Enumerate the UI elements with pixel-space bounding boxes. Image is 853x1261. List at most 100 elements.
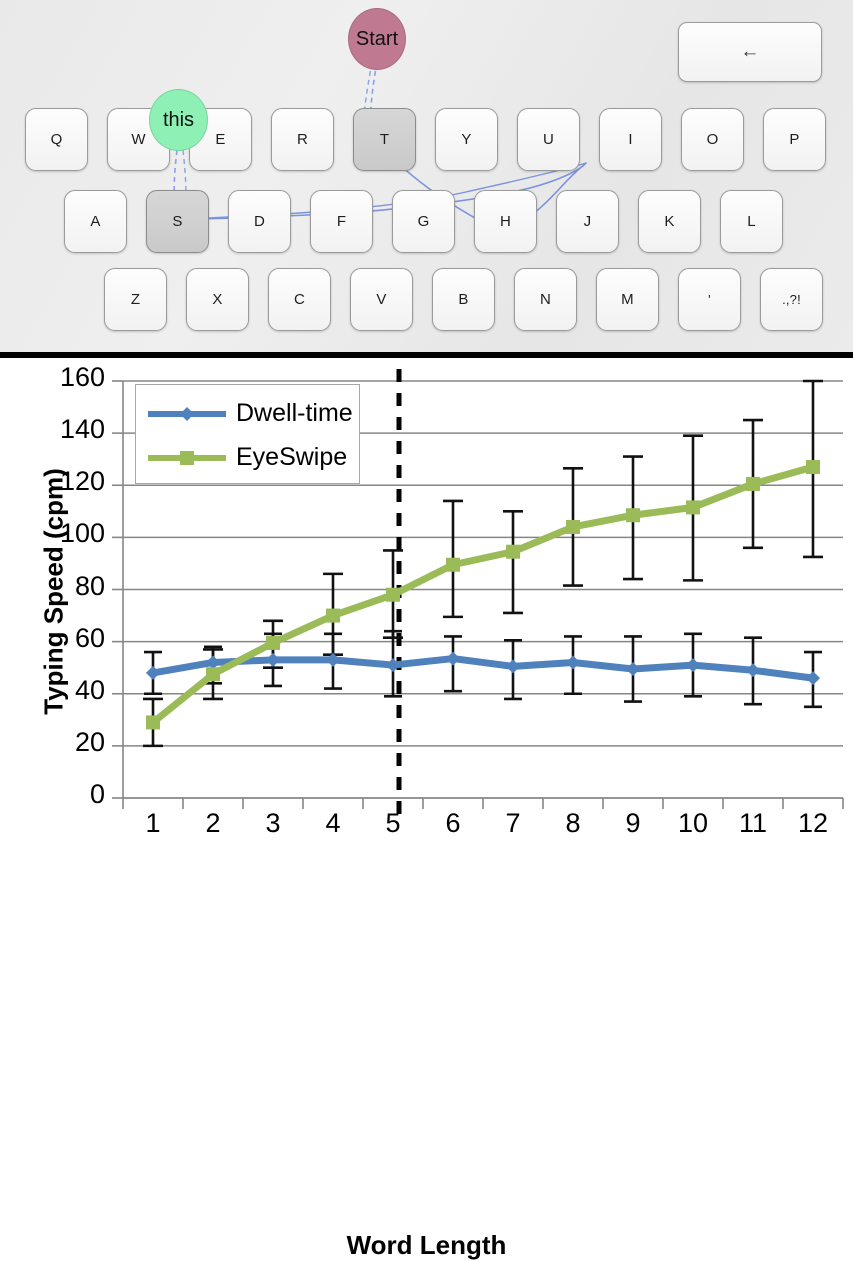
- key-label: Z: [130, 291, 141, 308]
- backspace-arrow-icon: ←: [740, 41, 760, 62]
- legend-swatch-eyeswipe: [148, 450, 226, 465]
- legend-label-eyeswipe: EyeSwipe: [236, 443, 348, 471]
- key-t[interactable]: T: [353, 108, 416, 171]
- data-point-marker: [746, 476, 760, 491]
- key-p[interactable]: P: [763, 108, 826, 171]
- backspace-key[interactable]: ←: [678, 22, 822, 82]
- key-l[interactable]: L: [720, 190, 783, 253]
- data-point-marker: [266, 635, 280, 650]
- key-label: M: [621, 291, 634, 308]
- data-point-marker: [806, 460, 820, 475]
- legend-item-eyeswipe: EyeSwipe: [146, 443, 347, 472]
- key-label: X: [212, 291, 223, 308]
- data-point-marker: [746, 663, 760, 678]
- data-point-marker: [806, 671, 820, 686]
- key-label: J: [583, 213, 592, 230]
- data-point-marker: [146, 715, 160, 730]
- key-label: U: [542, 131, 555, 148]
- x-axis-title: Word Length: [346, 1230, 507, 1260]
- data-point-marker: [626, 661, 640, 676]
- key-v[interactable]: V: [350, 268, 413, 331]
- key-s[interactable]: S: [146, 190, 209, 253]
- key-a[interactable]: A: [64, 190, 127, 253]
- key-label: R: [296, 131, 309, 148]
- key-y[interactable]: Y: [435, 108, 498, 171]
- x-tick-label: 10: [677, 808, 709, 838]
- x-tick-label: 1: [145, 808, 161, 838]
- key-apostrophe[interactable]: ': [678, 268, 741, 331]
- line-eyeswipe: [149, 463, 817, 726]
- start-bubble-label: Start: [355, 27, 399, 50]
- data-point-marker: [206, 667, 220, 682]
- key-h[interactable]: H: [474, 190, 537, 253]
- data-point-marker: [566, 655, 580, 670]
- word-bubble-label: this: [162, 108, 195, 131]
- key-label: .,?!: [782, 292, 801, 307]
- chart-legend: Dwell-time EyeSwipe: [135, 384, 360, 484]
- x-tick-label: 7: [505, 808, 521, 838]
- legend-label-dwell-time: Dwell-time: [236, 399, 353, 427]
- key-j[interactable]: J: [556, 190, 619, 253]
- key-label: H: [499, 213, 512, 230]
- key-label: T: [379, 131, 390, 148]
- key-label: W: [131, 131, 146, 148]
- data-point-marker: [146, 665, 160, 680]
- data-point-marker: [386, 587, 400, 602]
- key-label: C: [293, 291, 306, 308]
- x-tick-label: 2: [205, 808, 221, 838]
- key-x[interactable]: X: [186, 268, 249, 331]
- key-o[interactable]: O: [681, 108, 744, 171]
- x-tick-label: 11: [738, 808, 768, 838]
- data-point-marker: [686, 500, 700, 515]
- data-point-marker: [326, 608, 340, 623]
- key-label: G: [417, 213, 430, 230]
- key-q[interactable]: Q: [25, 108, 88, 171]
- typing-speed-chart: Typing Speed (cpm) 0 20 40 60 80 100 120 140 160…: [0, 358, 853, 1260]
- key-r[interactable]: R: [271, 108, 334, 171]
- key-label: B: [458, 291, 469, 308]
- x-tick-label: 3: [265, 808, 281, 838]
- key-label: Y: [461, 131, 472, 148]
- data-point-marker: [626, 508, 640, 523]
- x-tick-label: 12: [797, 808, 829, 838]
- key-label: P: [789, 131, 800, 148]
- data-point-marker: [506, 659, 520, 674]
- data-point-marker: [266, 652, 280, 667]
- key-k[interactable]: K: [638, 190, 701, 253]
- key-b[interactable]: B: [432, 268, 495, 331]
- line-dwell-time: [149, 655, 817, 682]
- key-d[interactable]: D: [228, 190, 291, 253]
- start-bubble: Start: [348, 8, 406, 70]
- key-n[interactable]: N: [514, 268, 577, 331]
- key-label: V: [376, 291, 387, 308]
- key-label: K: [664, 213, 675, 230]
- x-axis-tick-labels: 1 2 3 4 5 6 7 8 9 10 11 12: [0, 808, 853, 848]
- key-label: N: [539, 291, 552, 308]
- key-f[interactable]: F: [310, 190, 373, 253]
- x-tick-label: 9: [625, 808, 641, 838]
- legend-item-dwell-time: Dwell-time: [146, 399, 353, 428]
- key-i[interactable]: I: [599, 108, 662, 171]
- key-punctuation[interactable]: .,?!: [760, 268, 823, 331]
- key-label: A: [90, 213, 101, 230]
- data-point-marker: [446, 557, 460, 572]
- key-g[interactable]: G: [392, 190, 455, 253]
- key-u[interactable]: U: [517, 108, 580, 171]
- key-m[interactable]: M: [596, 268, 659, 331]
- key-label: Q: [50, 131, 63, 148]
- key-label: L: [747, 213, 756, 230]
- data-point-marker: [686, 658, 700, 673]
- key-label: S: [172, 213, 183, 230]
- key-label: D: [253, 213, 266, 230]
- x-tick-label: 4: [325, 808, 341, 838]
- word-bubble: this: [149, 89, 208, 151]
- key-c[interactable]: C: [268, 268, 331, 331]
- data-point-marker: [566, 519, 580, 534]
- x-tick-label: 6: [445, 808, 461, 838]
- legend-swatch-dwell-time: [148, 406, 226, 421]
- key-z[interactable]: Z: [104, 268, 167, 331]
- data-point-marker: [446, 651, 460, 666]
- key-label: F: [336, 213, 347, 230]
- x-tick-label: 8: [565, 808, 581, 838]
- key-label: E: [215, 131, 226, 148]
